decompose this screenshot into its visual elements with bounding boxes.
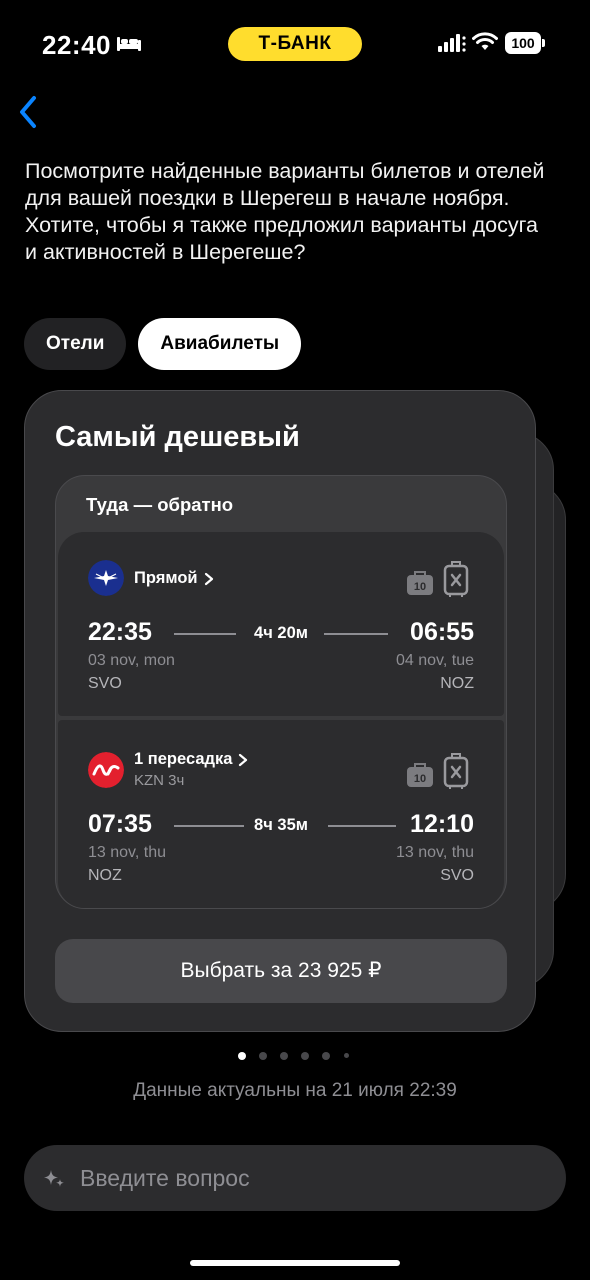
wifi-icon (472, 32, 498, 50)
status-time: 22:40 (42, 30, 111, 60)
round-trip-block: Туда — обратно Прямой 10 22:35 4ч 20м 06… (55, 475, 507, 909)
battery-cap (542, 39, 545, 47)
arrival-time: 12:10 (410, 810, 474, 838)
card-title: Самый дешевый (55, 421, 300, 453)
battery-level: 100 (505, 32, 541, 54)
tab-hotels[interactable]: Отели (24, 318, 127, 370)
baggage-weight: 10 (414, 581, 426, 593)
arrival-time: 06:55 (410, 618, 474, 646)
battery-icon: 100 (505, 32, 545, 54)
home-indicator[interactable] (190, 1260, 400, 1266)
segment-kind-link[interactable]: 1 пересадка (134, 750, 248, 769)
baggage-icon: 10 (407, 571, 433, 595)
departure-airport: SVO (88, 675, 122, 692)
departure-date: 03 nov, mon (88, 652, 175, 669)
flight-segment-outbound[interactable]: Прямой 10 22:35 4ч 20м 06:55 03 nov, mon (58, 532, 504, 716)
input-placeholder: Введите вопрос (80, 1165, 250, 1191)
chevron-left-icon (20, 96, 36, 128)
no-carry-on-icon (443, 561, 469, 597)
no-carry-on-icon (443, 753, 469, 789)
trip-type-label: Туда — обратно (86, 494, 234, 515)
question-input[interactable]: Введите вопрос (24, 1145, 566, 1211)
duration-line-right (328, 825, 396, 827)
category-tabs: Отели Авиабилеты (24, 318, 302, 370)
signal-icon (438, 34, 466, 52)
status-bar: 22:40 Т-БАНК 100 (0, 0, 590, 90)
bank-badge[interactable]: Т-БАНК (228, 27, 362, 61)
flight-segment-return[interactable]: 1 пересадка KZN 3ч 10 07:35 8ч 35м 12:10 (58, 720, 504, 908)
layover-info: KZN 3ч (134, 772, 185, 789)
segment-kind-link[interactable]: Прямой (134, 569, 214, 588)
arrival-date: 04 nov, tue (396, 652, 474, 669)
aeroflot-logo-icon (88, 560, 124, 596)
nordwind-logo-icon (88, 752, 124, 788)
arrival-airport: SVO (440, 867, 474, 884)
select-offer-button[interactable]: Выбрать за 23 925 ₽ (55, 939, 507, 1003)
data-updated-note: Данные актуальны на 21 июля 22:39 (133, 1080, 457, 1101)
segment-kind: Прямой (134, 569, 198, 587)
arrival-airport: NOZ (440, 675, 474, 692)
chevron-right-icon (239, 753, 248, 766)
carousel-pagination (236, 1050, 356, 1062)
departure-airport: NOZ (88, 867, 122, 884)
baggage-weight: 10 (414, 773, 426, 785)
bed-icon (117, 37, 141, 51)
duration-line-right (324, 633, 388, 635)
pagination-dot[interactable] (280, 1052, 288, 1060)
back-button[interactable] (8, 92, 48, 132)
pagination-dot[interactable] (344, 1053, 349, 1058)
pagination-dot[interactable] (322, 1052, 330, 1060)
pagination-dot[interactable] (301, 1052, 309, 1060)
pagination-dot[interactable] (259, 1052, 267, 1060)
sparkle-icon (44, 1170, 64, 1187)
pagination-dot[interactable] (238, 1052, 246, 1060)
tab-flights[interactable]: Авиабилеты (138, 318, 302, 370)
baggage-icon: 10 (407, 763, 433, 787)
chevron-right-icon (204, 572, 213, 585)
assistant-message: Посмотрите найденные варианты билетов и … (25, 159, 545, 264)
segment-kind: 1 пересадка (134, 750, 233, 768)
arrival-date: 13 nov, thu (396, 844, 474, 861)
flight-offer-card: Самый дешевый Туда — обратно Прямой 10 2… (24, 390, 536, 1032)
departure-date: 13 nov, thu (88, 844, 166, 861)
